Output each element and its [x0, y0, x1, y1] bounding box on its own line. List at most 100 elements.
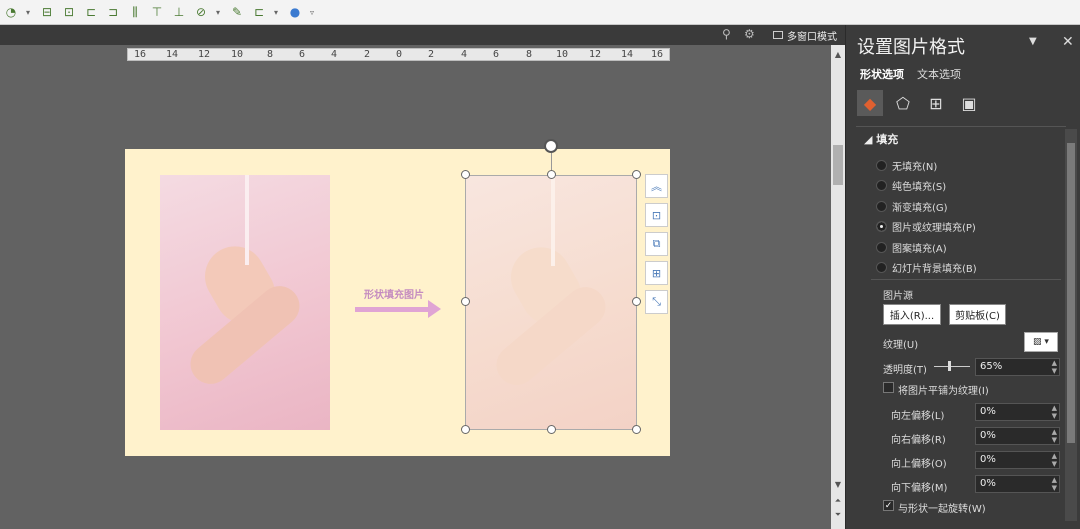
rotate-handle[interactable]	[544, 139, 558, 153]
offset-down-input[interactable]: 0% ▲ ▼	[975, 475, 1060, 493]
align-left-icon[interactable]: ⊏	[82, 3, 100, 21]
align-top-icon[interactable]: ⊤	[148, 3, 166, 21]
spinner-icon[interactable]: ▲ ▼	[1052, 452, 1057, 468]
radio-dot[interactable]	[876, 201, 887, 212]
chevron-down-icon[interactable]: ▾	[24, 3, 32, 21]
chevron-down-icon[interactable]: ▾	[272, 3, 280, 21]
tile-checkbox[interactable]	[883, 382, 894, 393]
radio-no-fill[interactable]: 无填充(N)	[876, 158, 937, 173]
shape-format-icon[interactable]: ⊘	[192, 3, 210, 21]
radio-gradient-fill[interactable]: 渐变填充(G)	[876, 199, 948, 214]
spinner-icon[interactable]: ▲ ▼	[1052, 476, 1057, 492]
spinner-icon[interactable]: ▲ ▼	[1052, 428, 1057, 444]
filled-shape[interactable]	[465, 175, 637, 430]
insert-button[interactable]: 插入(R)...	[883, 304, 941, 325]
offset-up-value: 0%	[980, 454, 996, 465]
horizontal-ruler: 16 14 12 10 8 6 4 2 0 2 4 6 8 10 12 14 1…	[127, 48, 670, 61]
radio-picture-fill[interactable]: 图片或纹理填充(P)	[876, 219, 976, 234]
offset-up-label: 向上偏移(O)	[891, 459, 947, 470]
collapse-icon[interactable]: ︽	[645, 174, 668, 198]
radio-solid-fill[interactable]: 纯色填充(S)	[876, 178, 946, 193]
editor-scrollbar[interactable]: ▲ ▼ ⏶ ⏷	[831, 45, 845, 529]
ruler-tick: 16	[134, 49, 147, 60]
resize-handle-tl[interactable]	[461, 170, 470, 179]
fill-line-icon[interactable]: ◆	[857, 90, 883, 116]
radio-label: 纯色填充(S)	[892, 182, 947, 193]
gear-icon[interactable]: ⚙	[744, 27, 760, 43]
more-icon[interactable]: ▿	[308, 3, 316, 21]
picture-icon[interactable]: ▣	[956, 90, 982, 116]
radio-dot[interactable]	[876, 221, 887, 232]
layer-icon[interactable]: ⧉	[645, 232, 668, 256]
color-icon[interactable]: ●	[286, 3, 304, 21]
align-bottom-icon[interactable]: ⊥	[170, 3, 188, 21]
scroll-down-icon[interactable]: ▼	[831, 479, 845, 491]
ruler-tick: 12	[198, 49, 211, 60]
offset-right-input[interactable]: 0% ▲ ▼	[975, 427, 1060, 445]
source-photo[interactable]	[160, 175, 330, 430]
chevron-down-icon[interactable]: ▾	[214, 3, 222, 21]
spinner-icon[interactable]: ▲ ▼	[1052, 359, 1057, 375]
align-center-icon[interactable]: ⊟	[38, 3, 56, 21]
pane-scrollbar[interactable]	[1065, 129, 1077, 521]
window-icon	[773, 31, 783, 39]
offset-up-input[interactable]: 0% ▲ ▼	[975, 451, 1060, 469]
ruler-tick: 8	[267, 49, 274, 60]
transparency-slider[interactable]	[934, 361, 970, 371]
resize-handle-br[interactable]	[632, 425, 641, 434]
radio-dot[interactable]	[876, 262, 887, 273]
resize-handle-bl[interactable]	[461, 425, 470, 434]
scroll-up-icon[interactable]: ▲	[831, 49, 845, 61]
tab-text-options[interactable]: 文本选项	[917, 66, 961, 82]
format-painter-icon[interactable]: ✎	[228, 3, 246, 21]
radio-dot[interactable]	[876, 242, 887, 253]
arrange-icon[interactable]: ⊏	[250, 3, 268, 21]
ruler-tick: 4	[331, 49, 338, 60]
crop-tool-icon[interactable]: ⊡	[645, 203, 668, 227]
spinner-icon[interactable]: ▲ ▼	[1052, 404, 1057, 420]
resize-handle-tm[interactable]	[547, 170, 556, 179]
ruler-tick: 14	[621, 49, 634, 60]
distribute-icon[interactable]: ⫼	[126, 3, 144, 21]
radio-label: 渐变填充(G)	[892, 203, 948, 214]
multi-window-button[interactable]: 多窗口模式	[773, 27, 837, 43]
clipboard-button[interactable]: 剪贴板(C)	[949, 304, 1006, 325]
close-icon[interactable]: ✕	[1062, 34, 1074, 50]
align-middle-icon[interactable]: ⊐	[104, 3, 122, 21]
texture-picker[interactable]: ▨ ▾	[1024, 332, 1058, 352]
offset-down-label: 向下偏移(M)	[891, 483, 948, 494]
fill-section-label: 填充	[876, 133, 899, 146]
zoom-icon[interactable]: ⚲	[722, 27, 738, 43]
radio-dot[interactable]	[876, 160, 887, 171]
crop-icon[interactable]: ⊡	[60, 3, 78, 21]
view-strip: ⚲ ⚙ 多窗口模式	[0, 25, 845, 45]
transparency-input[interactable]: 65% ▲ ▼	[975, 358, 1060, 376]
radio-label: 图案填充(A)	[892, 244, 947, 255]
tab-shape-options[interactable]: 形状选项	[860, 66, 904, 82]
radio-dot[interactable]	[876, 180, 887, 191]
resize-handle-ml[interactable]	[461, 297, 470, 306]
fill-section-header[interactable]: ◢ 填充	[864, 131, 898, 147]
ruler-tick: 10	[556, 49, 569, 60]
rotate-checkbox[interactable]: ✓	[883, 500, 894, 511]
offset-left-input[interactable]: 0% ▲ ▼	[975, 403, 1060, 421]
shape-icon[interactable]: ◔	[2, 3, 20, 21]
resize-icon[interactable]: ⤡	[645, 290, 668, 314]
wrap-icon[interactable]: ⊞	[645, 261, 668, 285]
resize-handle-tr[interactable]	[632, 170, 641, 179]
rotate-label: 与形状一起旋转(W)	[898, 504, 986, 515]
next-page-icon[interactable]: ⏷	[831, 509, 845, 521]
radio-background-fill[interactable]: 幻灯片背景填充(B)	[876, 260, 977, 275]
multi-window-label: 多窗口模式	[787, 31, 837, 43]
pane-scroll-thumb[interactable]	[1067, 143, 1075, 443]
size-properties-icon[interactable]: ⊞	[923, 90, 949, 116]
scroll-thumb[interactable]	[833, 145, 843, 185]
slider-knob[interactable]	[948, 361, 951, 371]
effects-icon[interactable]: ⬠	[890, 90, 916, 116]
paint-drip	[551, 176, 555, 266]
resize-handle-bm[interactable]	[547, 425, 556, 434]
resize-handle-mr[interactable]	[632, 297, 641, 306]
prev-page-icon[interactable]: ⏶	[831, 495, 845, 507]
pane-menu-icon[interactable]: ▼	[1029, 36, 1037, 47]
radio-pattern-fill[interactable]: 图案填充(A)	[876, 240, 947, 255]
